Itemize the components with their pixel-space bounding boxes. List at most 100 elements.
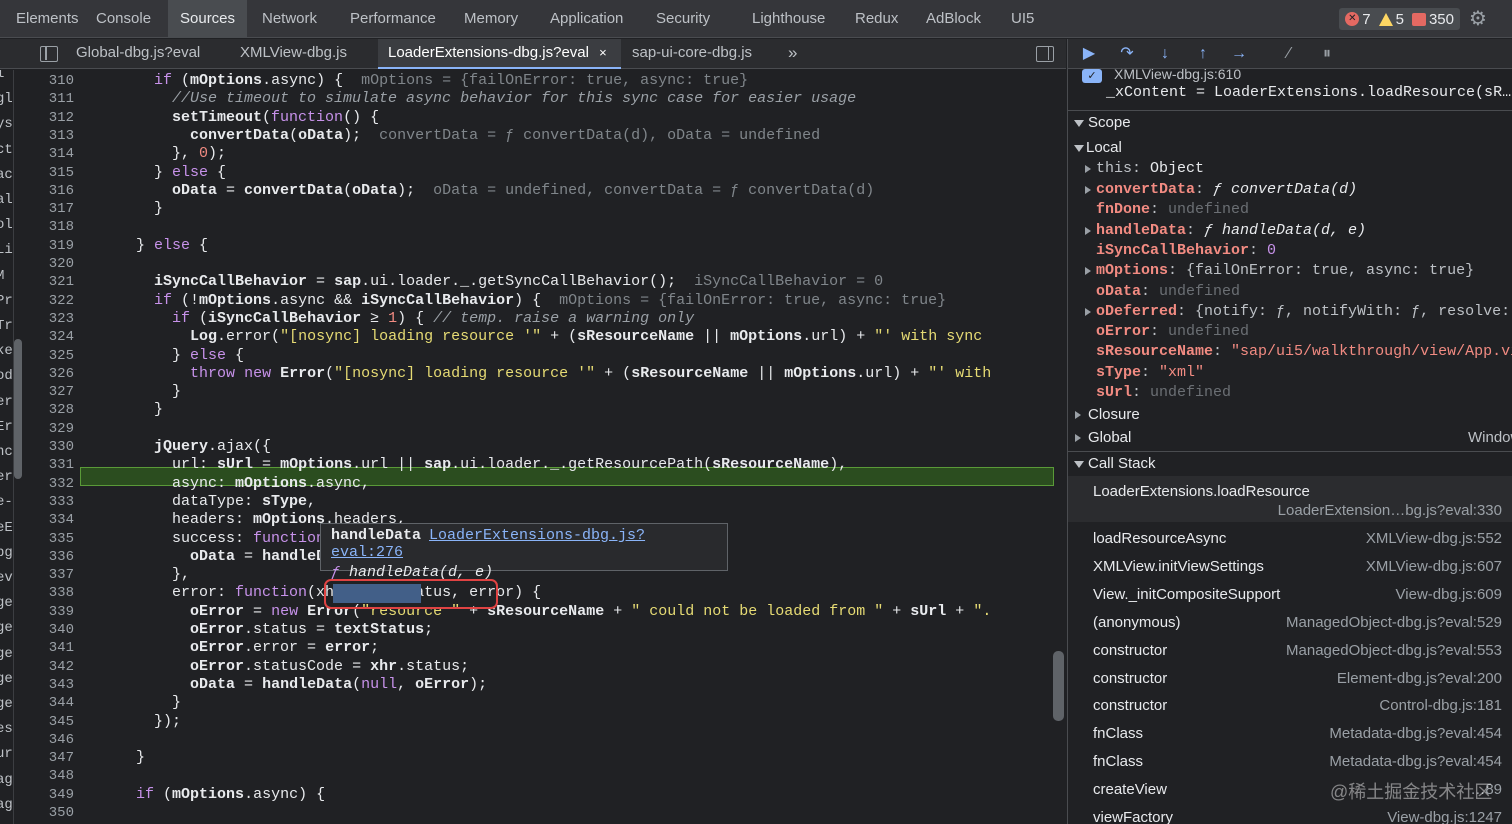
call-frame-location[interactable]: View-dbg.js:609 xyxy=(1396,586,1502,603)
code-line[interactable]: 330 jQuery.ajax({ xyxy=(22,438,1054,456)
line-number[interactable]: 321 xyxy=(22,273,74,291)
call-frame-location[interactable]: Control-dbg.js:181 xyxy=(1379,697,1502,714)
toggle-debugger-icon[interactable] xyxy=(1036,46,1054,62)
line-number[interactable]: 350 xyxy=(22,804,74,822)
step-over-icon[interactable]: ↷ xyxy=(1116,44,1138,64)
line-number[interactable]: 334 xyxy=(22,511,74,529)
scope-variable[interactable]: oError: undefined xyxy=(1096,323,1249,340)
file-tab-global[interactable]: Global-dbg.js?eval xyxy=(66,39,210,69)
code-line[interactable]: 327 } xyxy=(22,383,1054,401)
resume-icon[interactable]: ▶ xyxy=(1078,44,1100,64)
more-tabs-chevron-icon[interactable]: » xyxy=(788,43,797,63)
code-line[interactable]: 341 oError.error = error; xyxy=(22,639,1054,657)
step-into-icon[interactable]: ↓ xyxy=(1154,44,1176,64)
code-line[interactable]: 312 setTimeout(function() { xyxy=(22,109,1054,127)
call-frame-function[interactable]: XMLView.initViewSettings xyxy=(1093,558,1264,575)
call-frame-function[interactable]: fnClass xyxy=(1093,725,1143,742)
code-line[interactable]: 321 iSyncCallBehavior = sap.ui.loader._.… xyxy=(22,273,1054,291)
code-line[interactable]: 349 if (mOptions.async) { xyxy=(22,786,1054,804)
tab-network[interactable]: Network xyxy=(250,0,329,38)
scope-variable[interactable]: convertData: ƒ convertData(d) xyxy=(1096,181,1357,198)
code-line[interactable]: 315 } else { xyxy=(22,164,1054,182)
line-number[interactable]: 337 xyxy=(22,566,74,584)
call-frame-location[interactable]: ManagedObject-dbg.js?eval:529 xyxy=(1286,614,1502,631)
code-line[interactable]: 326 throw new Error("[nosync] loading re… xyxy=(22,365,1054,383)
line-number[interactable]: 332 xyxy=(22,475,74,493)
call-frame-location[interactable]: LoaderExtension…bg.js?eval:330 xyxy=(1278,502,1502,519)
file-tab-sap-ui-core[interactable]: sap-ui-core-dbg.js xyxy=(622,39,762,69)
line-number[interactable]: 312 xyxy=(22,109,74,127)
line-number[interactable]: 326 xyxy=(22,365,74,383)
line-number[interactable]: 338 xyxy=(22,584,74,602)
code-line[interactable]: 316 oData = convertData(oData); oData = … xyxy=(22,182,1054,200)
scope-variable[interactable]: sUrl: undefined xyxy=(1096,384,1231,401)
code-line[interactable]: 314 }, 0); xyxy=(22,145,1054,163)
code-line[interactable]: 323 if (iSyncCallBehavior ≥ 1) { // temp… xyxy=(22,310,1054,328)
scope-variable[interactable]: fnDone: undefined xyxy=(1096,201,1249,218)
line-number[interactable]: 322 xyxy=(22,292,74,310)
tab-performance[interactable]: Performance xyxy=(338,0,448,38)
call-frame-function[interactable]: View._initCompositeSupport xyxy=(1093,586,1280,603)
line-number[interactable]: 347 xyxy=(22,749,74,767)
tab-application[interactable]: Application xyxy=(538,0,635,38)
line-number[interactable]: 341 xyxy=(22,639,74,657)
code-line[interactable]: 310 if (mOptions.async) { mOptions = {fa… xyxy=(22,72,1054,90)
tab-ui5[interactable]: UI5 xyxy=(999,0,1046,38)
expand-triangle-icon[interactable] xyxy=(1085,186,1091,194)
line-number[interactable]: 348 xyxy=(22,767,74,785)
code-line[interactable]: 343 oData = handleData(null, oError); xyxy=(22,676,1054,694)
call-frame-function[interactable]: constructor xyxy=(1093,670,1167,687)
line-number[interactable]: 310 xyxy=(22,72,74,90)
code-line[interactable]: 346 xyxy=(22,731,1054,749)
this-variable[interactable]: this: Object xyxy=(1096,160,1204,177)
code-line[interactable]: 318 xyxy=(22,218,1054,236)
local-expand-icon[interactable] xyxy=(1074,145,1084,152)
code-line[interactable]: 329 xyxy=(22,420,1054,438)
call-frame-function[interactable]: (anonymous) xyxy=(1093,614,1181,631)
code-line[interactable]: 347 } xyxy=(22,749,1054,767)
code-line[interactable]: 344 } xyxy=(22,694,1054,712)
line-number[interactable]: 339 xyxy=(22,603,74,621)
code-line[interactable]: 342 oError.statusCode = xhr.status; xyxy=(22,658,1054,676)
call-frame-location[interactable]: XMLView-dbg.js:552 xyxy=(1366,530,1502,547)
line-number[interactable]: 324 xyxy=(22,328,74,346)
line-number[interactable]: 320 xyxy=(22,255,74,273)
closure-scope[interactable]: Closure xyxy=(1068,403,1512,427)
scope-section-header[interactable]: Scope xyxy=(1068,110,1512,134)
line-number[interactable]: 314 xyxy=(22,145,74,163)
line-number[interactable]: 329 xyxy=(22,420,74,438)
file-tab-xmlview[interactable]: XMLView-dbg.js xyxy=(230,39,357,69)
tab-elements[interactable]: Elements xyxy=(4,0,91,38)
deactivate-breakpoints-icon[interactable]: ⁄ xyxy=(1278,44,1300,64)
local-scope-label[interactable]: Local xyxy=(1086,139,1122,156)
code-line[interactable]: 345 }); xyxy=(22,713,1054,731)
pause-on-exceptions-icon[interactable]: ⏸ xyxy=(1316,44,1338,64)
tab-security[interactable]: Security xyxy=(644,0,722,38)
line-number[interactable]: 335 xyxy=(22,530,74,548)
line-number[interactable]: 315 xyxy=(22,164,74,182)
scope-variable[interactable]: sType: "xml" xyxy=(1096,364,1204,381)
line-number[interactable]: 328 xyxy=(22,401,74,419)
code-line[interactable]: 331 url: sUrl = mOptions.url || sap.ui.l… xyxy=(22,456,1054,474)
code-line[interactable]: 328 } xyxy=(22,401,1054,419)
file-tab-loaderextensions[interactable]: LoaderExtensions-dbg.js?eval × xyxy=(378,39,621,69)
call-frame-function[interactable]: constructor xyxy=(1093,697,1167,714)
code-line[interactable]: 340 oError.status = textStatus; xyxy=(22,621,1054,639)
code-line[interactable]: 333 dataType: sType, xyxy=(22,493,1054,511)
scope-variable[interactable]: sResourceName: "sap/ui5/walkthrough/view… xyxy=(1096,343,1512,360)
call-frame-function[interactable]: constructor xyxy=(1093,642,1167,659)
toggle-navigator-icon[interactable] xyxy=(40,46,58,62)
step-icon[interactable]: → xyxy=(1228,44,1250,64)
global-scope[interactable]: Global Window xyxy=(1068,426,1512,450)
call-frame-location[interactable]: XMLView-dbg.js:607 xyxy=(1366,558,1502,575)
vertical-scrollbar[interactable] xyxy=(1053,651,1064,721)
call-stack-section-header[interactable]: Call Stack xyxy=(1068,451,1512,475)
scope-variable[interactable]: iSyncCallBehavior: 0 xyxy=(1096,242,1276,259)
scope-variable[interactable]: oData: undefined xyxy=(1096,283,1240,300)
code-line[interactable]: 317 } xyxy=(22,200,1054,218)
code-line[interactable]: 338 error: function(xhr, textStatus, err… xyxy=(22,584,1054,602)
line-number[interactable]: 343 xyxy=(22,676,74,694)
line-number[interactable]: 318 xyxy=(22,218,74,236)
line-number[interactable]: 327 xyxy=(22,383,74,401)
call-frame-location[interactable]: ManagedObject-dbg.js?eval:553 xyxy=(1286,642,1502,659)
